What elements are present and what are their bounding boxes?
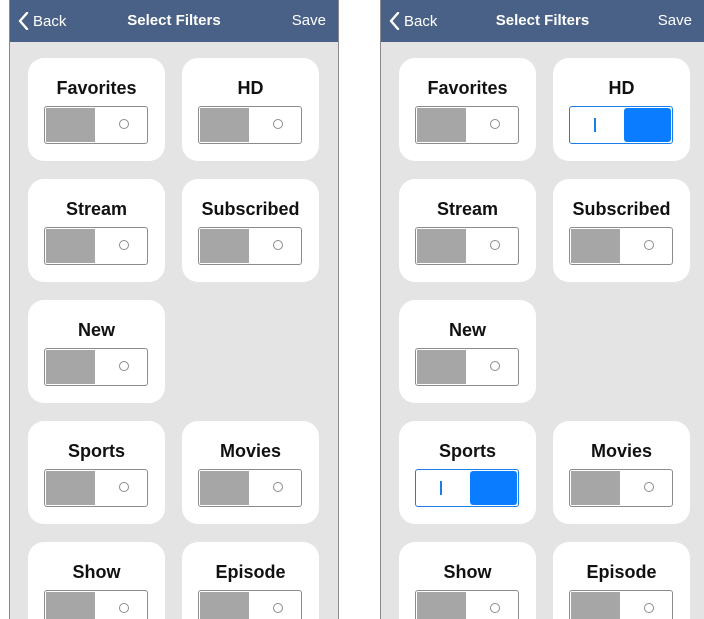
- off-indicator-icon: [273, 482, 283, 492]
- filter-card-show: Show: [399, 542, 536, 619]
- on-indicator-icon: [440, 481, 442, 495]
- filter-card-sports: Sports: [399, 421, 536, 524]
- filter-label: Sports: [67, 441, 125, 461]
- filter-screen-after: Back Select Filters Save Favorites HD Stream S…: [380, 0, 704, 619]
- filter-card-episode: Episode: [182, 542, 319, 619]
- filter-toggle-episode[interactable]: [569, 590, 673, 619]
- filter-label: Stream: [436, 199, 499, 219]
- off-indicator-icon: [490, 240, 500, 250]
- toggle-knob: [417, 229, 466, 263]
- filter-card-subscribed: Subscribed: [553, 179, 690, 282]
- toggle-knob: [46, 229, 95, 263]
- filter-label: Subscribed: [572, 199, 671, 219]
- filter-card-subscribed: Subscribed: [182, 179, 319, 282]
- on-indicator-icon: [594, 118, 596, 132]
- toggle-knob: [571, 592, 620, 619]
- filter-toggle-movies[interactable]: [198, 469, 302, 507]
- filter-card-new: New: [399, 300, 536, 403]
- filter-label: New: [448, 320, 486, 340]
- filter-toggle-favorites[interactable]: [415, 106, 519, 144]
- toggle-knob: [46, 350, 95, 384]
- off-indicator-icon: [119, 482, 129, 492]
- off-indicator-icon: [273, 240, 283, 250]
- off-indicator-icon: [644, 482, 654, 492]
- filter-card-movies: Movies: [553, 421, 690, 524]
- filter-label: Subscribed: [201, 199, 300, 219]
- filter-label: HD: [237, 78, 264, 98]
- filter-toggle-movies[interactable]: [569, 469, 673, 507]
- off-indicator-icon: [119, 240, 129, 250]
- filter-label: Movies: [590, 441, 653, 461]
- toggle-knob: [571, 471, 620, 505]
- off-indicator-icon: [119, 603, 129, 613]
- toggle-knob: [200, 471, 249, 505]
- filter-toggle-new[interactable]: [415, 348, 519, 386]
- toggle-knob: [200, 592, 249, 619]
- off-indicator-icon: [119, 361, 129, 371]
- filter-toggle-hd[interactable]: [569, 106, 673, 144]
- filter-card-favorites: Favorites: [399, 58, 536, 161]
- filter-toggle-sports[interactable]: [415, 469, 519, 507]
- filter-toggle-stream[interactable]: [44, 227, 148, 265]
- navbar: Back Select Filters Save: [10, 0, 338, 42]
- filter-label: Show: [72, 562, 121, 582]
- filter-toggle-subscribed[interactable]: [198, 227, 302, 265]
- save-button[interactable]: Save: [292, 12, 326, 29]
- filter-card-movies: Movies: [182, 421, 319, 524]
- filter-card-favorites: Favorites: [28, 58, 165, 161]
- filter-toggle-show[interactable]: [44, 590, 148, 619]
- filter-card-hd: HD: [553, 58, 690, 161]
- toggle-knob: [200, 229, 249, 263]
- off-indicator-icon: [644, 240, 654, 250]
- filter-toggle-show[interactable]: [415, 590, 519, 619]
- filter-screen-before: Back Select Filters Save Favorites HD Stream S…: [9, 0, 339, 619]
- toggle-knob: [200, 108, 249, 142]
- filter-card-stream: Stream: [399, 179, 536, 282]
- filter-label: HD: [608, 78, 635, 98]
- filter-label: Episode: [586, 562, 657, 582]
- off-indicator-icon: [490, 603, 500, 613]
- filter-toggle-new[interactable]: [44, 348, 148, 386]
- toggle-knob: [571, 229, 620, 263]
- filter-label: Favorites: [56, 78, 137, 98]
- filter-label: Episode: [215, 562, 286, 582]
- filter-label: Sports: [438, 441, 496, 461]
- page-title: Select Filters: [127, 12, 221, 29]
- filter-card-hd: HD: [182, 58, 319, 161]
- toggle-knob: [417, 592, 466, 619]
- filter-card-episode: Episode: [553, 542, 690, 619]
- save-button[interactable]: Save: [658, 12, 692, 29]
- toggle-knob: [46, 592, 95, 619]
- filter-toggle-favorites[interactable]: [44, 106, 148, 144]
- filter-card-sports: Sports: [28, 421, 165, 524]
- toggle-knob: [46, 471, 95, 505]
- page-title: Select Filters: [495, 12, 590, 29]
- filter-card-new: New: [28, 300, 165, 403]
- filter-label: Stream: [65, 199, 128, 219]
- filter-toggle-hd[interactable]: [198, 106, 302, 144]
- toggle-knob: [624, 108, 671, 142]
- filter-label: Movies: [219, 441, 282, 461]
- filter-label: New: [77, 320, 115, 340]
- off-indicator-icon: [644, 603, 654, 613]
- filter-card-stream: Stream: [28, 179, 165, 282]
- filter-toggle-stream[interactable]: [415, 227, 519, 265]
- off-indicator-icon: [273, 603, 283, 613]
- off-indicator-icon: [490, 361, 500, 371]
- filter-label: Favorites: [427, 78, 508, 98]
- filter-toggle-subscribed[interactable]: [569, 227, 673, 265]
- filter-toggle-episode[interactable]: [198, 590, 302, 619]
- toggle-knob: [470, 471, 517, 505]
- filter-card-show: Show: [28, 542, 165, 619]
- off-indicator-icon: [119, 119, 129, 129]
- filter-label: Show: [443, 562, 492, 582]
- navbar: Back Select Filters Save: [381, 0, 704, 42]
- filter-toggle-sports[interactable]: [44, 469, 148, 507]
- off-indicator-icon: [490, 119, 500, 129]
- toggle-knob: [46, 108, 95, 142]
- toggle-knob: [417, 108, 466, 142]
- toggle-knob: [417, 350, 466, 384]
- off-indicator-icon: [273, 119, 283, 129]
